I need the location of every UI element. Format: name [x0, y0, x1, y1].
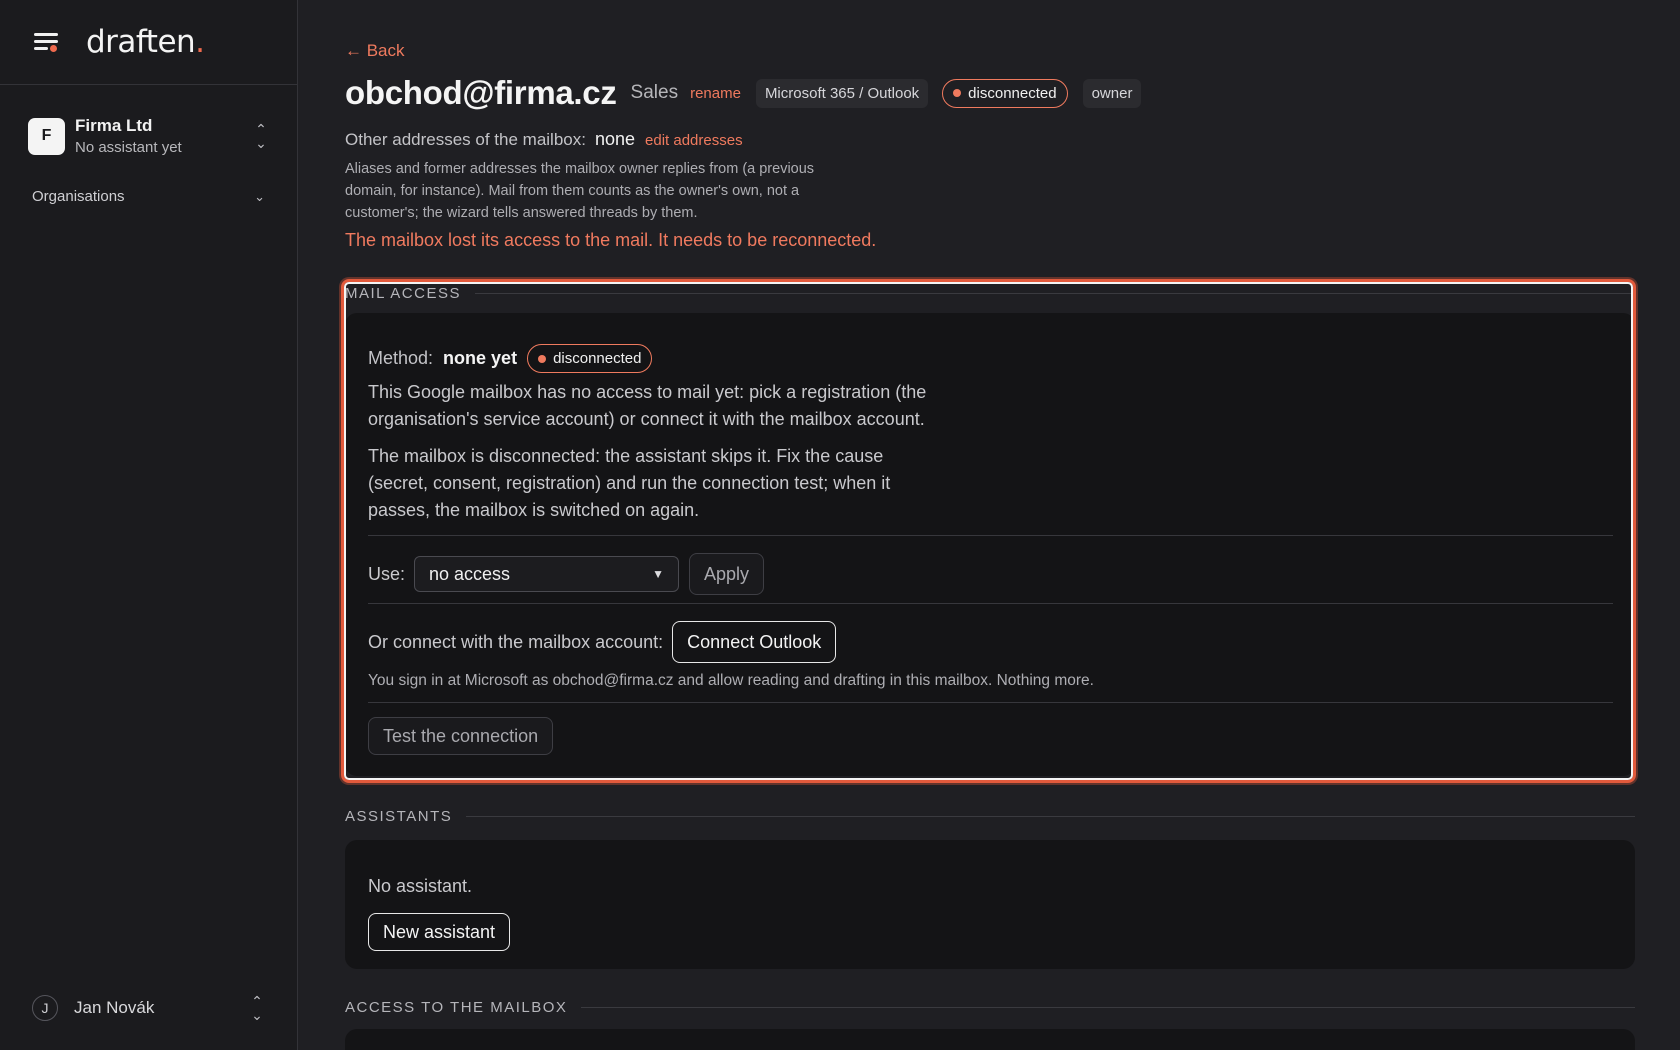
highlight-frame	[341, 279, 1636, 783]
page-title: obchod@firma.cz	[345, 74, 617, 111]
mailbox-access-header: ACCESS TO THE MAILBOX	[345, 999, 1635, 1016]
edit-addresses-link[interactable]: edit addresses	[645, 132, 743, 149]
status-dot-icon	[953, 89, 962, 97]
logo[interactable]: draften.	[86, 24, 205, 60]
provider-chip: Microsoft 365 / Outlook	[755, 78, 929, 108]
nav-section-organisations[interactable]: Organisations ⌄	[32, 188, 265, 205]
section-title: ASSISTANTS	[345, 808, 453, 825]
user-avatar: J	[32, 995, 58, 1021]
other-addresses-value: none	[594, 129, 636, 149]
no-assistant-text: No assistant.	[368, 876, 473, 896]
status-badge: disconnected	[942, 78, 1068, 108]
sidebar: draften. F Firma Ltd No assistant yet ⌃ ⌄…	[0, 0, 298, 1050]
chevron-up-down-icon: ⌃ ⌄	[255, 121, 267, 151]
main-content: ← Back obchod@firma.cz Sales rename Micr…	[341, 0, 1636, 1050]
org-avatar: F	[28, 117, 65, 155]
title-row: obchod@firma.cz Sales rename Microsoft 3…	[345, 74, 1142, 112]
addresses-help-text: Aliases and former addresses the mailbox…	[345, 161, 815, 221]
user-switcher[interactable]: J Jan Novák ⌃ ⌄	[32, 994, 265, 1022]
mailbox-access-card	[345, 1029, 1635, 1050]
other-addresses-row: Other addresses of the mailbox: none edi…	[345, 129, 743, 150]
assistants-header: ASSISTANTS	[345, 808, 1635, 825]
menu-icon[interactable]	[32, 30, 60, 54]
mailbox-label: Sales	[630, 82, 679, 103]
assistants-card: No assistant. New assistant	[345, 840, 1635, 969]
status-badge-label: disconnected	[968, 84, 1057, 102]
org-switcher[interactable]: F Firma Ltd No assistant yet ⌃ ⌄	[28, 116, 269, 156]
org-subtitle: No assistant yet	[75, 139, 182, 156]
section-divider	[466, 816, 1635, 817]
back-link[interactable]: ← Back	[345, 41, 405, 61]
rename-link[interactable]: rename	[690, 85, 741, 102]
nav-section-label: Organisations	[32, 188, 125, 205]
role-chip: owner	[1082, 78, 1142, 108]
user-name: Jan Novák	[74, 998, 155, 1017]
other-addresses-label: Other addresses of the mailbox:	[345, 130, 586, 149]
section-divider	[581, 1007, 1635, 1008]
chevron-down-icon: ⌄	[254, 188, 265, 204]
error-message: The mailbox lost its access to the mail.…	[345, 230, 877, 250]
new-assistant-button[interactable]: New assistant	[368, 913, 511, 951]
org-name: Firma Ltd	[75, 116, 153, 135]
brand-bar: draften.	[0, 0, 297, 85]
section-title: ACCESS TO THE MAILBOX	[345, 999, 568, 1016]
chevron-up-down-icon: ⌃ ⌄	[251, 993, 263, 1023]
